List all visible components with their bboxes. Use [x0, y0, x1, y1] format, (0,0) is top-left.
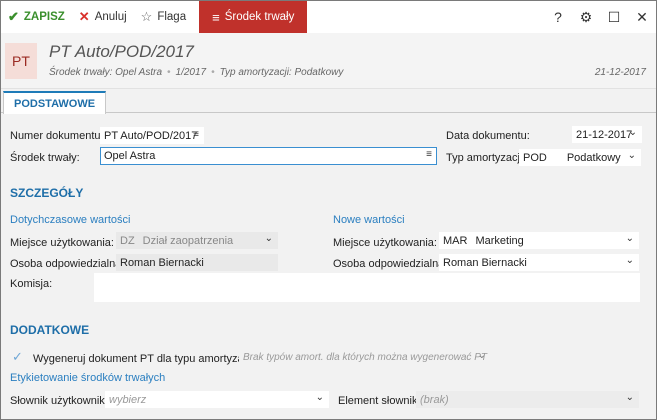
old-place-label: Miejsce użytkowania: — [10, 237, 114, 249]
new-place-value: Marketing — [475, 234, 524, 247]
new-person-value: Roman Biernacki — [443, 256, 527, 269]
new-person-label: Osoba odpowiedzialna: — [333, 258, 448, 270]
maximize-icon[interactable]: ☐ — [600, 1, 628, 33]
menu-icon: ≡ — [212, 9, 220, 25]
doc-date-label: Data dokumentu: — [446, 130, 530, 142]
old-person-value: Roman Biernacki — [120, 256, 204, 269]
asset-tab-label: Środek trwały — [224, 11, 295, 23]
gear-icon[interactable]: ⚙ — [572, 1, 600, 33]
subtitle-period: 1/2017 — [175, 67, 207, 78]
labeling-title[interactable]: Etykietowanie środków trwałych — [10, 372, 165, 384]
document-subtitle: Środek trwały: Opel Astra • 1/2017 • Typ amo… — [49, 67, 344, 78]
asset-value: Opel Astra — [104, 150, 156, 162]
amort-type-label: Typ amortyzacji: — [446, 152, 526, 164]
regen-placeholder: Brak typów amort. dla których można wyge… — [243, 352, 487, 363]
page-title: PT Auto/POD/2017 — [49, 42, 194, 61]
chevron-down-icon[interactable]: ⌄ — [316, 392, 324, 403]
old-person-label: Osoba odpowiedzialna: — [10, 258, 125, 270]
document-header: PT PT Auto/POD/2017 Środek trwały: Opel … — [1, 33, 656, 89]
new-place-select[interactable]: MAR Marketing ⌄ — [439, 232, 639, 249]
doc-date-value: 21-12-2017 — [576, 128, 633, 141]
chevron-down-icon[interactable]: ⌄ — [626, 233, 634, 244]
flag-button-label: Flaga — [157, 11, 187, 23]
commission-input[interactable] — [94, 273, 640, 302]
new-place-code: MAR — [443, 234, 468, 247]
doc-number-field[interactable]: PT Auto/POD/2017 ≡ — [100, 127, 204, 144]
old-place-value: Dział zaopatrzenia — [142, 234, 234, 247]
new-place-label: Miejsce użytkowania: — [333, 237, 437, 249]
dict-select[interactable]: wybierz ⌄ — [105, 391, 329, 408]
new-person-select[interactable]: Roman Biernacki ⌄ — [439, 254, 639, 271]
document-type-badge: PT — [5, 43, 37, 79]
header-date: 21-12-2017 — [594, 67, 646, 78]
checkbox-icon[interactable]: ✓ — [12, 349, 23, 365]
old-person-field: Roman Biernacki — [116, 254, 278, 271]
old-values-title: Dotychczasowe wartości — [10, 214, 131, 226]
regen-select[interactable]: Brak typów amort. dla których można wyge… — [239, 349, 491, 366]
doc-number-value: PT Auto/POD/2017 — [104, 129, 198, 142]
element-placeholder: (brak) — [420, 393, 449, 406]
tab-bar: PODSTAWOWE — [1, 89, 656, 114]
subtitle-amortization: Typ amortyzacji: Podatkowy — [219, 67, 344, 78]
subtitle-asset: Środek trwały: Opel Astra — [49, 67, 163, 78]
cancel-button[interactable]: ✕ Anuluj — [72, 1, 134, 33]
chevron-down-icon: ⌄ — [264, 233, 273, 244]
details-section-title: SZCZEGÓŁY — [10, 186, 84, 200]
list-icon[interactable]: ≡ — [193, 129, 199, 140]
doc-date-field[interactable]: 21-12-2017 ⌄ — [572, 126, 642, 143]
asset-label: Środek trwały: — [10, 152, 80, 164]
chevron-down-icon[interactable]: ⌄ — [478, 350, 486, 361]
check-icon: ✔ — [8, 9, 19, 24]
question-icon[interactable]: ? — [544, 1, 572, 33]
save-button-label: ZAPISZ — [23, 11, 65, 23]
doc-number-label: Numer dokumentu: — [10, 130, 104, 142]
flag-button[interactable]: ☆ Flaga — [134, 1, 193, 33]
star-icon: ☆ — [140, 9, 153, 24]
dict-placeholder: wybierz — [109, 393, 147, 406]
chevron-down-icon[interactable]: ⌄ — [626, 392, 634, 403]
close-icon[interactable]: ✕ — [628, 1, 656, 33]
amort-type-value: Podatkowy — [566, 151, 621, 164]
regen-label: Wygeneruj dokument PT dla typu amortyzac… — [33, 353, 258, 365]
save-button[interactable]: ✔ ZAPISZ — [1, 1, 72, 33]
window-controls: ? ⚙ ☐ ✕ — [544, 1, 656, 33]
chevron-down-icon[interactable]: ⌄ — [626, 255, 634, 266]
window: ✔ ZAPISZ ✕ Anuluj ☆ Flaga ≡ Środek trwał… — [0, 0, 657, 420]
cancel-button-label: Anuluj — [94, 11, 127, 23]
tab-podstawowe[interactable]: PODSTAWOWE — [3, 91, 107, 114]
old-place-select: DZ Dział zaopatrzenia ⌄ — [116, 232, 278, 249]
amort-type-select[interactable]: POD Podatkowy ⌄ — [519, 149, 641, 166]
chevron-down-icon[interactable]: ⌄ — [628, 150, 636, 161]
element-label: Element słownika: — [338, 395, 427, 407]
old-place-code: DZ — [120, 234, 135, 247]
dict-label: Słownik użytkownika: — [10, 395, 114, 407]
asset-field[interactable]: Opel Astra ≡ — [100, 147, 437, 165]
commission-label: Komisja: — [10, 278, 53, 290]
amort-type-code: POD — [523, 151, 547, 164]
additional-section-title: DODATKOWE — [10, 323, 90, 337]
toolbar: ✔ ZAPISZ ✕ Anuluj ☆ Flaga ≡ Środek trwał… — [1, 1, 656, 33]
asset-tab-button[interactable]: ≡ Środek trwały — [199, 1, 308, 33]
list-icon[interactable]: ≡ — [426, 149, 432, 160]
element-select[interactable]: (brak) ⌄ — [416, 391, 639, 408]
new-values-title: Nowe wartości — [333, 214, 405, 226]
chevron-down-icon[interactable]: ⌄ — [629, 127, 637, 138]
x-icon: ✕ — [78, 9, 90, 24]
